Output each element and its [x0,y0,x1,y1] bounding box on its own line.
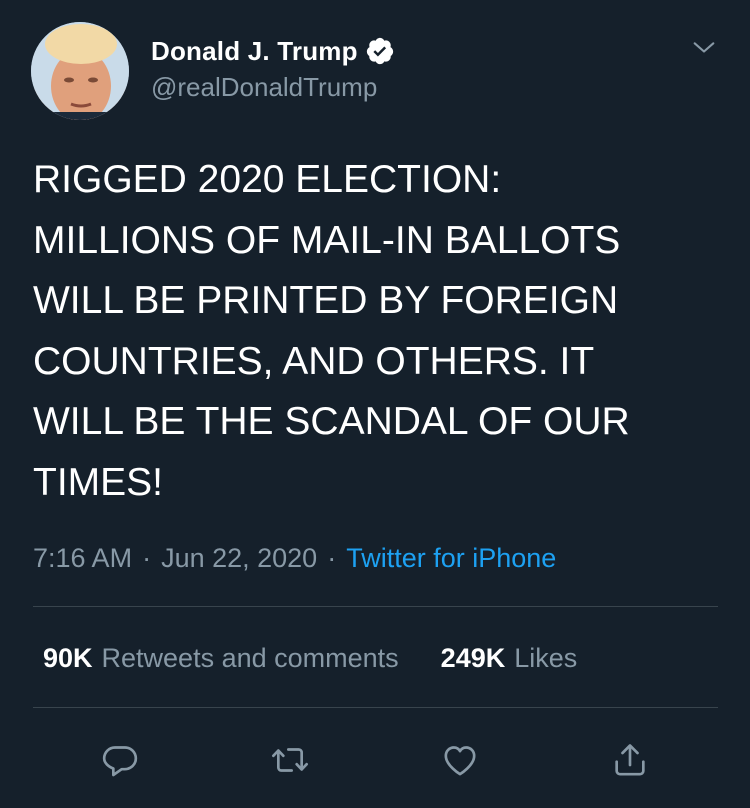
tweet-stats: 90K Retweets and comments 249K Likes [43,640,577,676]
share-button[interactable] [608,738,652,782]
retweets-count: 90K [43,643,93,673]
action-bar [0,738,750,782]
share-icon [615,744,645,776]
avatar-image [31,22,129,120]
likes-stat[interactable]: 249K Likes [441,640,578,676]
divider [33,707,718,708]
likes-count: 249K [440,643,506,673]
separator-dot: · [142,543,152,573]
heart-icon [444,746,476,776]
name-row: Donald J. Trump [151,34,395,68]
avatar[interactable] [31,22,129,120]
retweets-label: Retweets and comments [101,643,399,673]
tweet-time[interactable]: 7:16 AM [33,543,132,573]
separator-dot: · [327,543,337,573]
tweet-text: RIGGED 2020 ELECTION: MILLIONS OF MAIL-I… [33,158,630,504]
likes-label: Likes [514,643,578,673]
retweets-stat[interactable]: 90K Retweets and comments [43,640,399,676]
reply-icon [102,746,138,777]
tweet-source-link[interactable]: Twitter for iPhone [346,543,556,573]
user-handle[interactable]: @realDonaldTrump [151,72,377,103]
verified-badge-icon [366,37,393,65]
retweet-button[interactable] [268,738,312,782]
tweet-card: Donald J. Trump @realDonaldTrump RIGGED … [0,0,750,808]
reply-button[interactable] [98,738,142,782]
chevron-down-icon[interactable] [690,34,718,62]
divider [33,606,718,607]
tweet-meta: 7:16 AM · Jun 22, 2020 · Twitter for iPhone [33,540,556,576]
like-button[interactable] [438,738,482,782]
retweet-icon [272,748,308,772]
display-name[interactable]: Donald J. Trump [151,36,358,67]
tweet-date[interactable]: Jun 22, 2020 [161,543,317,573]
